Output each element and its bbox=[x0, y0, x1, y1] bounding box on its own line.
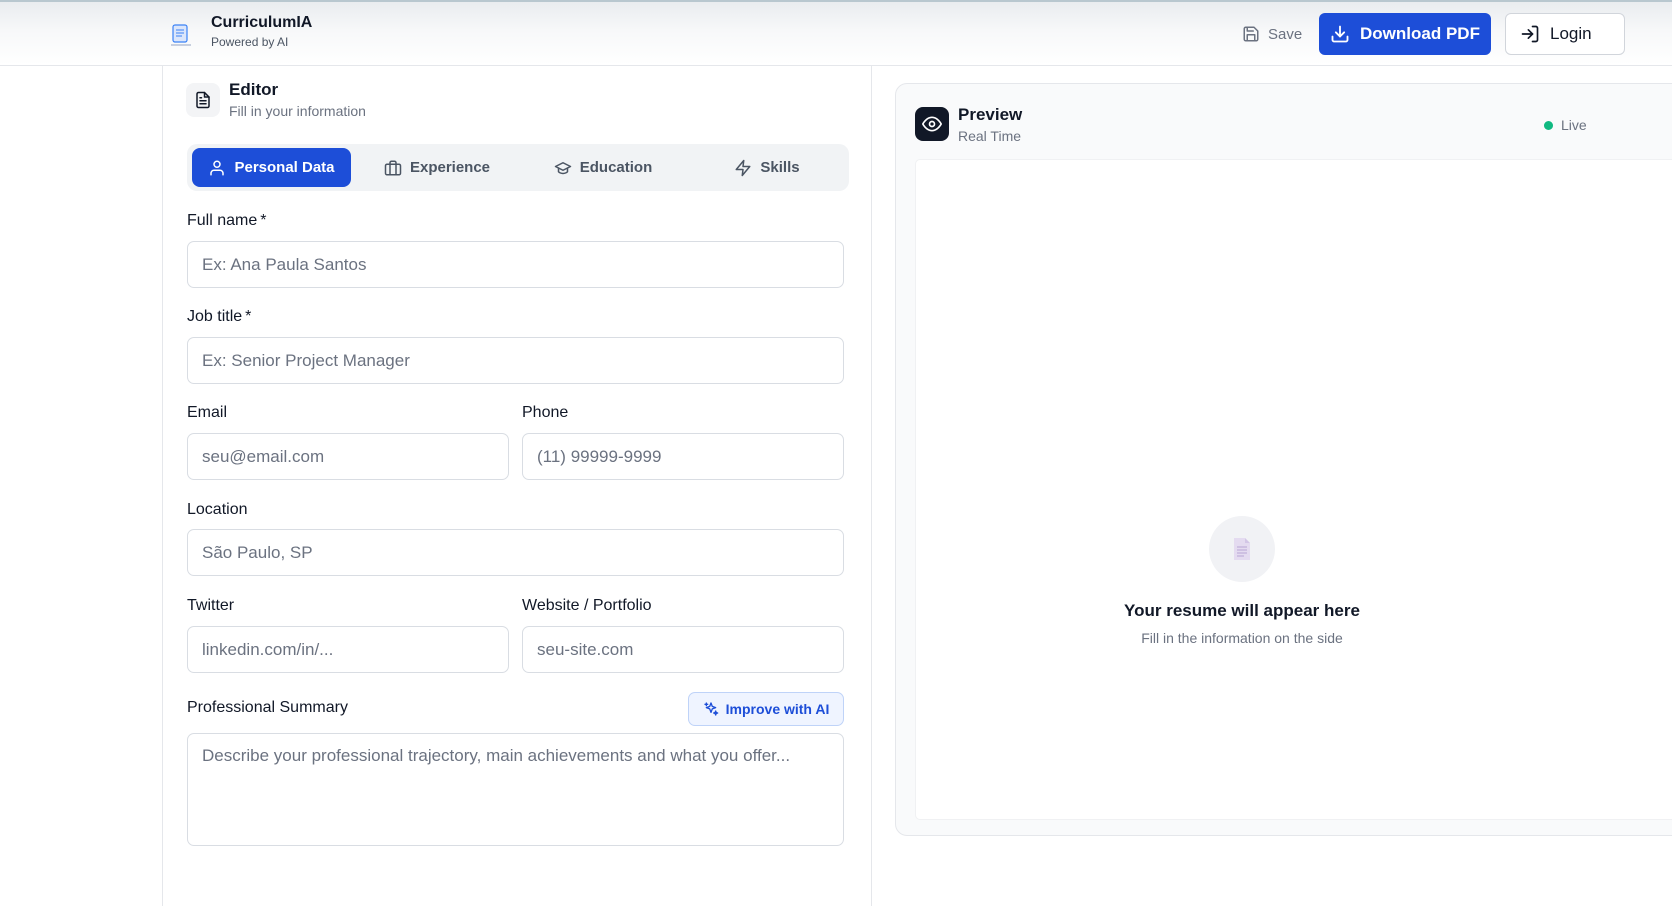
improve-ai-label: Improve with AI bbox=[725, 701, 830, 717]
live-status: Live bbox=[1544, 117, 1587, 133]
download-pdf-button[interactable]: Download PDF bbox=[1319, 13, 1491, 55]
sparkles-icon bbox=[703, 702, 718, 716]
job-title-label: Job title * bbox=[187, 308, 251, 326]
summary-textarea[interactable] bbox=[187, 733, 844, 846]
phone-label: Phone bbox=[522, 404, 569, 421]
twitter-input[interactable] bbox=[187, 626, 509, 673]
brand-title: CurriculumIA bbox=[211, 14, 313, 31]
lightning-icon bbox=[735, 159, 751, 176]
graduation-cap-icon bbox=[554, 161, 571, 174]
required-mark: * bbox=[260, 212, 267, 229]
tab-label: Skills bbox=[760, 159, 800, 176]
job-title-input[interactable] bbox=[187, 337, 844, 384]
editor-subtitle: Fill in your information bbox=[229, 103, 366, 119]
summary-label: Professional Summary bbox=[187, 699, 348, 716]
preview-subtitle: Real Time bbox=[958, 128, 1022, 144]
save-button[interactable]: Save bbox=[1234, 18, 1310, 50]
location-label: Location bbox=[187, 501, 248, 518]
editor-title: Editor bbox=[229, 80, 279, 99]
login-label: Login bbox=[1550, 24, 1592, 43]
phone-input[interactable] bbox=[522, 433, 844, 480]
empty-state-title: Your resume will appear here bbox=[1124, 601, 1360, 620]
save-icon bbox=[1243, 26, 1259, 42]
tab-personal-data[interactable]: Personal Data bbox=[192, 148, 351, 187]
resume-preview-area: Your resume will appear here Fill in the… bbox=[916, 160, 1672, 819]
briefcase-icon bbox=[384, 160, 402, 175]
job-title-label-text: Job title bbox=[187, 308, 243, 325]
preview-title: Preview bbox=[958, 105, 1023, 124]
download-icon bbox=[1331, 25, 1349, 43]
brand-subtitle: Powered by AI bbox=[211, 35, 289, 49]
full-name-label-text: Full name bbox=[187, 212, 258, 229]
website-input[interactable] bbox=[522, 626, 844, 673]
preview-panel: Preview Real Time Live Your resume will … bbox=[895, 83, 1672, 836]
tab-education[interactable]: Education bbox=[523, 148, 683, 187]
full-name-label: Full name * bbox=[187, 212, 266, 230]
log-in-icon bbox=[1521, 25, 1539, 43]
email-input[interactable] bbox=[187, 433, 509, 480]
editor-panel: Editor Fill in your information Personal… bbox=[162, 66, 872, 906]
file-text-icon bbox=[1209, 516, 1275, 582]
app-logo-icon[interactable] bbox=[170, 22, 192, 48]
twitter-label: Twitter bbox=[187, 597, 235, 614]
empty-state-subtitle: Fill in the information on the side bbox=[1141, 630, 1343, 646]
required-mark: * bbox=[245, 308, 252, 325]
live-dot-icon bbox=[1544, 120, 1553, 130]
website-label: Website / Portfolio bbox=[522, 597, 652, 614]
document-icon bbox=[186, 83, 220, 117]
tab-label: Experience bbox=[409, 159, 491, 176]
login-button[interactable]: Login bbox=[1505, 13, 1625, 55]
location-input[interactable] bbox=[187, 529, 844, 576]
tab-label: Personal Data bbox=[234, 159, 335, 176]
email-label: Email bbox=[187, 404, 228, 421]
tab-experience[interactable]: Experience bbox=[357, 148, 517, 187]
live-status-label: Live bbox=[1561, 117, 1587, 133]
full-name-input[interactable] bbox=[187, 241, 844, 288]
editor-tabs: Personal Data Experience Education Skill… bbox=[187, 144, 849, 191]
tab-skills[interactable]: Skills bbox=[687, 148, 847, 187]
eye-icon bbox=[915, 107, 949, 141]
user-icon bbox=[210, 160, 225, 175]
app-header: CurriculumIA Powered by AI Save Download… bbox=[0, 0, 1672, 66]
improve-with-ai-button[interactable]: Improve with AI bbox=[688, 692, 844, 726]
tab-label: Education bbox=[579, 159, 653, 176]
save-label: Save bbox=[1268, 25, 1303, 43]
download-label: Download PDF bbox=[1360, 24, 1480, 43]
